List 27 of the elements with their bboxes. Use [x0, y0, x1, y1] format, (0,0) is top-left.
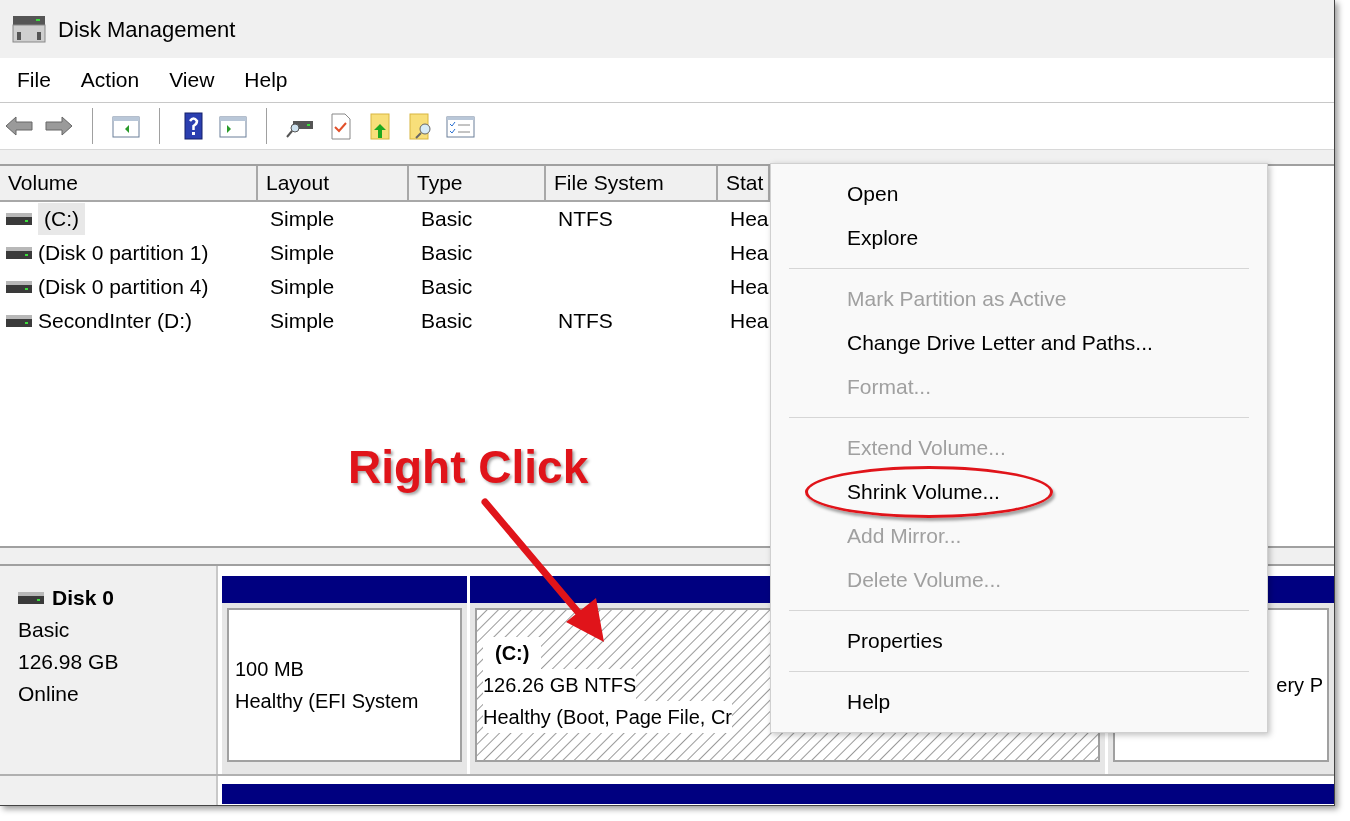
table-cell-text: (Disk 0 partition 4): [38, 274, 209, 301]
table-cell-text: NTFS: [557, 308, 613, 335]
table-cell-text: Hea: [729, 274, 769, 301]
table-cell-text: (Disk 0 partition 1): [38, 240, 209, 267]
table-cell-text: Hea: [729, 206, 769, 233]
table-cell-text: Simple: [269, 308, 335, 335]
disk-status: Online: [18, 681, 80, 707]
table-cell: (C:): [38, 203, 85, 235]
partition-status: Healthy (Boot, Page File, Cr: [483, 701, 732, 733]
callout-text: Right Click: [348, 440, 589, 494]
table-cell-text: Hea: [729, 308, 769, 335]
partition-size: 126.26 GB NTFS: [483, 669, 637, 701]
disk-type: Basic: [18, 617, 71, 643]
disk-size: 126.98 GB: [18, 649, 120, 675]
table-cell-text: SecondInter (D:): [38, 308, 193, 335]
table-cell-text: Simple: [269, 206, 335, 233]
disk-name: Disk 0: [52, 585, 114, 611]
table-cell-text: Basic: [420, 274, 473, 301]
partition-label: (C:): [483, 637, 542, 669]
table-cell-text: Basic: [420, 240, 473, 267]
table-cell-text: Basic: [420, 308, 473, 335]
table-cell-text: Hea: [729, 240, 769, 267]
table-cell-text: Simple: [269, 274, 335, 301]
table-cell-text: Simple: [269, 240, 335, 267]
table-cell-text: NTFS: [557, 206, 613, 233]
table-cell-text: Basic: [420, 206, 473, 233]
window-title: Disk Management: [58, 15, 236, 44]
